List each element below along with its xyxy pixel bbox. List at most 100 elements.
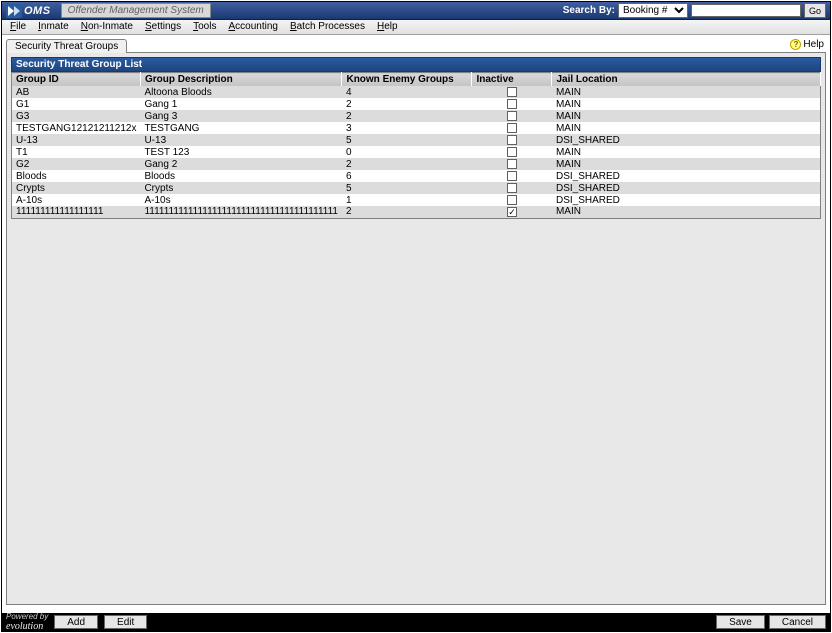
tab-security-threat-groups[interactable]: Security Threat Groups	[6, 39, 127, 53]
col-group-description[interactable]: Group Description	[140, 73, 342, 87]
cell-group-description: TEST 123	[140, 146, 342, 158]
menu-file[interactable]: File	[4, 20, 32, 34]
table-row[interactable]: ABAltoona Bloods4MAIN	[12, 86, 821, 98]
col-group-id[interactable]: Group ID	[12, 73, 141, 87]
col-known-enemy-groups[interactable]: Known Enemy Groups	[342, 73, 472, 87]
help-icon: ?	[790, 39, 801, 50]
menu-tools[interactable]: Tools	[187, 20, 222, 34]
cell-known-enemy-groups: 0	[342, 146, 472, 158]
table-row[interactable]: G1Gang 12MAIN	[12, 98, 821, 110]
logo-text: OMS	[24, 5, 51, 17]
add-button[interactable]: Add	[54, 615, 98, 629]
cell-known-enemy-groups: 2	[342, 158, 472, 170]
header-bar: OMS Offender Management System Search By…	[2, 2, 830, 20]
cell-jail-location: DSI_SHARED	[552, 170, 821, 182]
menu-settings[interactable]: Settings	[139, 20, 187, 34]
powered-by: Powered by evolution	[6, 612, 48, 632]
table-row[interactable]: TESTGANG12121211212xTESTGANG3 MAIN	[12, 122, 821, 134]
cell-group-id: Bloods	[12, 170, 141, 182]
col-inactive[interactable]: Inactive	[472, 73, 552, 87]
cell-inactive	[472, 194, 552, 206]
cell-inactive	[472, 158, 552, 170]
system-title: Offender Management System	[61, 3, 211, 18]
cell-group-description: Gang 2	[140, 158, 342, 170]
cell-group-id: 111111111111111111	[12, 206, 141, 218]
app-window: OMS Offender Management System Search By…	[1, 1, 831, 632]
cell-jail-location: MAIN	[552, 146, 821, 158]
save-button[interactable]: Save	[716, 615, 765, 629]
cell-known-enemy-groups: 6	[342, 170, 472, 182]
search-area: Search By: Booking # Go	[563, 3, 826, 18]
cell-jail-location: DSI_SHARED	[552, 134, 821, 146]
cell-group-id: TESTGANG12121211212x	[12, 122, 141, 134]
col-jail-location[interactable]: Jail Location	[552, 73, 821, 87]
table-row[interactable]: 1111111111111111111111111111111111111111…	[12, 206, 821, 218]
inactive-checkbox[interactable]	[507, 123, 517, 133]
cell-inactive	[472, 86, 552, 98]
cell-known-enemy-groups: 4	[342, 86, 472, 98]
footer-bar: Powered by evolution Add Edit Save Cance…	[2, 613, 830, 631]
cell-jail-location: MAIN	[552, 98, 821, 110]
cell-inactive	[472, 146, 552, 158]
cancel-button[interactable]: Cancel	[769, 615, 826, 629]
table-row[interactable]: BloodsBloods6DSI_SHARED	[12, 170, 821, 182]
cell-group-description: Bloods	[140, 170, 342, 182]
menu-inmate[interactable]: Inmate	[32, 20, 75, 34]
table-row[interactable]: A-10sA-10s1DSI_SHARED	[12, 194, 821, 206]
table-row[interactable]: CryptsCrypts5DSI_SHARED	[12, 182, 821, 194]
logo-icon	[6, 4, 22, 18]
cell-known-enemy-groups: 3	[342, 122, 472, 134]
powered-brand: evolution	[6, 621, 43, 632]
logo: OMS	[6, 4, 57, 18]
cell-inactive	[472, 182, 552, 194]
inactive-checkbox[interactable]	[507, 183, 517, 193]
search-label: Search By:	[563, 5, 615, 16]
help-label: Help	[803, 39, 824, 50]
search-by-select[interactable]: Booking #	[618, 3, 688, 18]
cell-group-id: G2	[12, 158, 141, 170]
table-row[interactable]: G2Gang 22MAIN	[12, 158, 821, 170]
edit-button[interactable]: Edit	[104, 615, 147, 629]
cell-group-id: G3	[12, 110, 141, 122]
go-button[interactable]: Go	[804, 3, 826, 18]
cell-known-enemy-groups: 5	[342, 182, 472, 194]
cell-known-enemy-groups: 2	[342, 98, 472, 110]
inactive-checkbox[interactable]: ✓	[507, 207, 517, 217]
cell-inactive	[472, 122, 552, 134]
cell-group-description: TESTGANG	[140, 122, 342, 134]
cell-group-description: Altoona Bloods	[140, 86, 342, 98]
menu-help[interactable]: Help	[371, 20, 404, 34]
cell-jail-location: MAIN	[552, 110, 821, 122]
cell-group-id: U-13	[12, 134, 141, 146]
inactive-checkbox[interactable]	[507, 195, 517, 205]
cell-group-description: Gang 1	[140, 98, 342, 110]
cell-jail-location: MAIN	[552, 206, 821, 218]
menu-accounting[interactable]: Accounting	[222, 20, 283, 34]
inactive-checkbox[interactable]	[507, 111, 517, 121]
cell-jail-location: DSI_SHARED	[552, 194, 821, 206]
inactive-checkbox[interactable]	[507, 87, 517, 97]
search-input[interactable]	[691, 4, 801, 17]
cell-group-description: Crypts	[140, 182, 342, 194]
menu-batch-processes[interactable]: Batch Processes	[284, 20, 371, 34]
menubar: File Inmate Non-Inmate Settings Tools Ac…	[2, 20, 830, 35]
inactive-checkbox[interactable]	[507, 147, 517, 157]
menu-non-inmate[interactable]: Non-Inmate	[75, 20, 139, 34]
cell-jail-location: MAIN	[552, 86, 821, 98]
cell-group-description: A-10s	[140, 194, 342, 206]
table-row[interactable]: T1TEST 1230MAIN	[12, 146, 821, 158]
inactive-checkbox[interactable]	[507, 99, 517, 109]
cell-known-enemy-groups: 5	[342, 134, 472, 146]
help-link[interactable]: ? Help	[790, 39, 824, 50]
inactive-checkbox[interactable]	[507, 159, 517, 169]
cell-group-description: U-13	[140, 134, 342, 146]
cell-group-id: A-10s	[12, 194, 141, 206]
inactive-checkbox[interactable]	[507, 171, 517, 181]
cell-jail-location: MAIN	[552, 122, 821, 134]
cell-inactive: ✓	[472, 206, 552, 218]
table-row[interactable]: U-13U-135DSI_SHARED	[12, 134, 821, 146]
cell-inactive	[472, 110, 552, 122]
table-row[interactable]: G3Gang 32MAIN	[12, 110, 821, 122]
inactive-checkbox[interactable]	[507, 135, 517, 145]
powered-label: Powered by	[6, 612, 48, 621]
